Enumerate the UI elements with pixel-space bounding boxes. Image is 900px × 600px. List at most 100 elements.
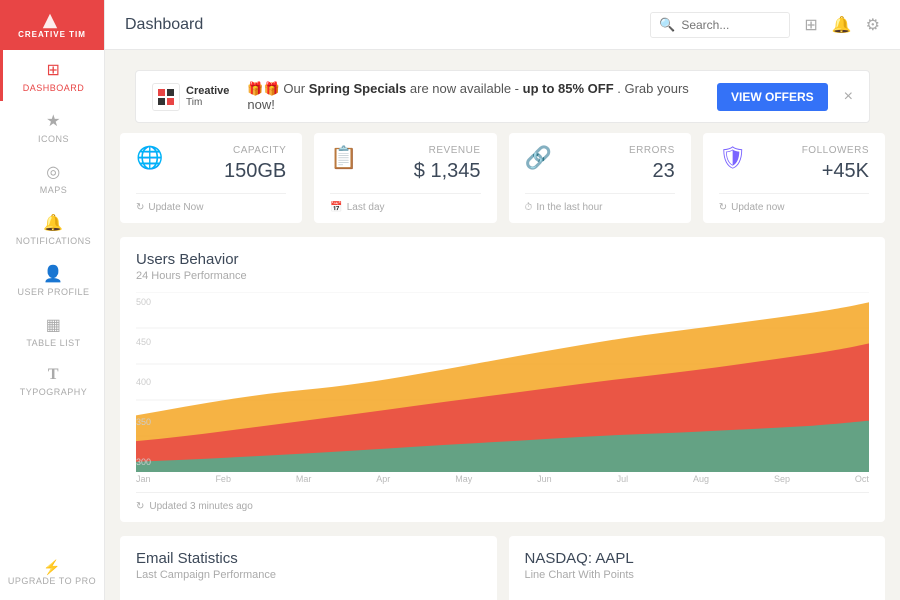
- promo-logo: Creative Tim: [152, 83, 229, 111]
- calendar-icon: 📅: [330, 202, 342, 213]
- content-area: Creative Tim 🎁🎁 Our Spring Specials are …: [105, 50, 900, 600]
- stat-card-header: 🔗 Errors 23: [525, 145, 675, 183]
- dashboard-icon: ⊞: [47, 60, 61, 80]
- chart-footer: ↻ Updated 3 minutes ago: [136, 492, 869, 512]
- sidebar-item-label: Icons: [38, 134, 69, 144]
- grid-icon[interactable]: ⊞: [804, 15, 817, 35]
- chart-subtitle: 24 Hours Performance: [136, 270, 869, 282]
- nasdaq-title: NASDAQ: AAPL: [525, 550, 870, 567]
- stat-label: Capacity: [224, 145, 286, 156]
- errors-icon: 🔗: [525, 145, 552, 171]
- pie-chart: [136, 591, 481, 600]
- stat-card-errors: 🔗 Errors 23 ⏱ In the last hour: [509, 133, 691, 223]
- topbar-actions: 🔍 ⊞ 🔔 ⚙: [650, 12, 880, 38]
- promo-after: are now available -: [410, 81, 519, 96]
- sidebar-item-label: Dashboard: [23, 83, 85, 93]
- update-text: Update now: [731, 202, 784, 213]
- revenue-icon: 📋: [330, 145, 357, 171]
- update-text: Last day: [347, 202, 385, 213]
- sidebar-logo: CREATIVE TIM: [0, 0, 104, 50]
- stat-value: $ 1,345: [414, 160, 481, 183]
- promo-text: 🎁🎁 Our Spring Specials are now available…: [247, 81, 709, 112]
- sidebar-item-label: Table List: [26, 338, 80, 348]
- clock-icon: ⏱: [525, 202, 533, 213]
- refresh-icon: ↻: [719, 202, 727, 213]
- bell-icon[interactable]: 🔔: [832, 15, 852, 35]
- sidebar-item-dashboard[interactable]: ⊞ Dashboard: [0, 50, 104, 101]
- table-icon: ▦: [46, 315, 62, 335]
- sidebar-item-label: Notifications: [16, 236, 91, 246]
- stat-label: Errors: [629, 145, 675, 156]
- sidebar-item-icons[interactable]: ★ Icons: [0, 101, 104, 152]
- sidebar-item-table-list[interactable]: ▦ Table List: [0, 305, 104, 356]
- refresh-icon: ↻: [136, 501, 144, 512]
- chart-title: Users Behavior: [136, 251, 869, 268]
- sidebar-item-label: User Profile: [17, 287, 89, 297]
- users-behavior-card: Users Behavior 24 Hours Performance: [120, 237, 885, 522]
- bottom-row: Email Statistics Last Campaign Performan…: [120, 536, 885, 600]
- sidebar-item-label: Typography: [20, 387, 88, 397]
- sidebar-item-label: Maps: [40, 185, 68, 195]
- stat-label: Followers: [802, 145, 869, 156]
- line-chart: [525, 591, 870, 600]
- typography-icon: T: [48, 366, 59, 384]
- refresh-icon: ↻: [136, 202, 144, 213]
- topbar: Dashboard 🔍 ⊞ 🔔 ⚙: [105, 0, 900, 50]
- stat-card-header: 🛡 Followers +45K: [719, 145, 869, 183]
- promo-brand-bottom: Tim: [186, 97, 229, 108]
- stat-update: ⏱ In the last hour: [525, 193, 675, 213]
- sidebar: CREATIVE TIM ⊞ Dashboard ★ Icons ◎ Maps …: [0, 0, 105, 600]
- promo-brand-name: Creative Tim: [186, 85, 229, 108]
- promo-brand-top: Creative: [186, 85, 229, 97]
- stat-card-revenue: 📋 Revenue $ 1,345 📅 Last day: [314, 133, 496, 223]
- search-box[interactable]: 🔍: [650, 12, 790, 38]
- notifications-icon: 🔔: [43, 213, 63, 233]
- sidebar-item-typography[interactable]: T Typography: [0, 356, 104, 405]
- sidebar-item-user-profile[interactable]: 👤 User Profile: [0, 254, 104, 305]
- email-chart-subtitle: Last Campaign Performance: [136, 569, 481, 581]
- x-axis-labels: JanFebMarAprMay JunJulAugSepOct: [136, 472, 869, 484]
- nasdaq-subtitle: Line Chart With Points: [525, 569, 870, 581]
- stat-update: ↻ Update Now: [136, 193, 286, 213]
- maps-icon: ◎: [46, 162, 60, 182]
- sidebar-upgrade[interactable]: ⚡ Upgrade to Pro: [8, 547, 96, 600]
- search-input[interactable]: [681, 18, 781, 32]
- email-stats-card: Email Statistics Last Campaign Performan…: [120, 536, 497, 600]
- area-chart: 300 350 400 450 500: [136, 292, 869, 472]
- sidebar-item-maps[interactable]: ◎ Maps: [0, 152, 104, 203]
- email-chart-title: Email Statistics: [136, 550, 481, 567]
- followers-icon: 🛡: [719, 145, 747, 171]
- search-icon: 🔍: [659, 17, 675, 33]
- main-content: Dashboard 🔍 ⊞ 🔔 ⚙: [105, 0, 900, 600]
- page-title: Dashboard: [125, 16, 650, 34]
- upgrade-icon: ⚡: [43, 559, 61, 576]
- footer-text: Updated 3 minutes ago: [149, 501, 252, 512]
- icons-icon: ★: [46, 111, 61, 131]
- stat-card-header: 📋 Revenue $ 1,345: [330, 145, 480, 183]
- stat-update: 📅 Last day: [330, 193, 480, 213]
- view-offers-button[interactable]: VIEW OFFERS: [717, 83, 828, 111]
- upgrade-label: Upgrade to Pro: [8, 576, 96, 588]
- promo-highlight: Spring Specials: [309, 81, 407, 96]
- gear-icon[interactable]: ⚙: [866, 15, 880, 35]
- user-icon: 👤: [43, 264, 63, 284]
- promo-bar: Creative Tim 🎁🎁 Our Spring Specials are …: [135, 70, 870, 123]
- stat-label: Revenue: [414, 145, 481, 156]
- stat-card-header: 🌐 Capacity 150GB: [136, 145, 286, 183]
- capacity-icon: 🌐: [136, 145, 163, 171]
- stat-update: ↻ Update now: [719, 193, 869, 213]
- promo-bold: up to 85% OFF: [523, 81, 614, 96]
- sidebar-item-notifications[interactable]: 🔔 Notifications: [0, 203, 104, 254]
- sidebar-nav: ⊞ Dashboard ★ Icons ◎ Maps 🔔 Notificatio…: [0, 50, 104, 547]
- update-text: Update Now: [148, 202, 203, 213]
- stats-row: 🌐 Capacity 150GB ↻ Update Now 📋 Revenue: [120, 133, 885, 223]
- nasdaq-card: NASDAQ: AAPL Line Chart With Points: [509, 536, 886, 600]
- stat-value: +45K: [802, 160, 869, 183]
- promo-close-button[interactable]: ×: [844, 88, 853, 106]
- promo-fire: 🎁🎁: [247, 81, 279, 96]
- update-text: In the last hour: [536, 202, 602, 213]
- stat-value: 23: [629, 160, 675, 183]
- stat-card-followers: 🛡 Followers +45K ↻ Update now: [703, 133, 885, 223]
- stat-card-capacity: 🌐 Capacity 150GB ↻ Update Now: [120, 133, 302, 223]
- brand-name: CREATIVE TIM: [18, 30, 86, 39]
